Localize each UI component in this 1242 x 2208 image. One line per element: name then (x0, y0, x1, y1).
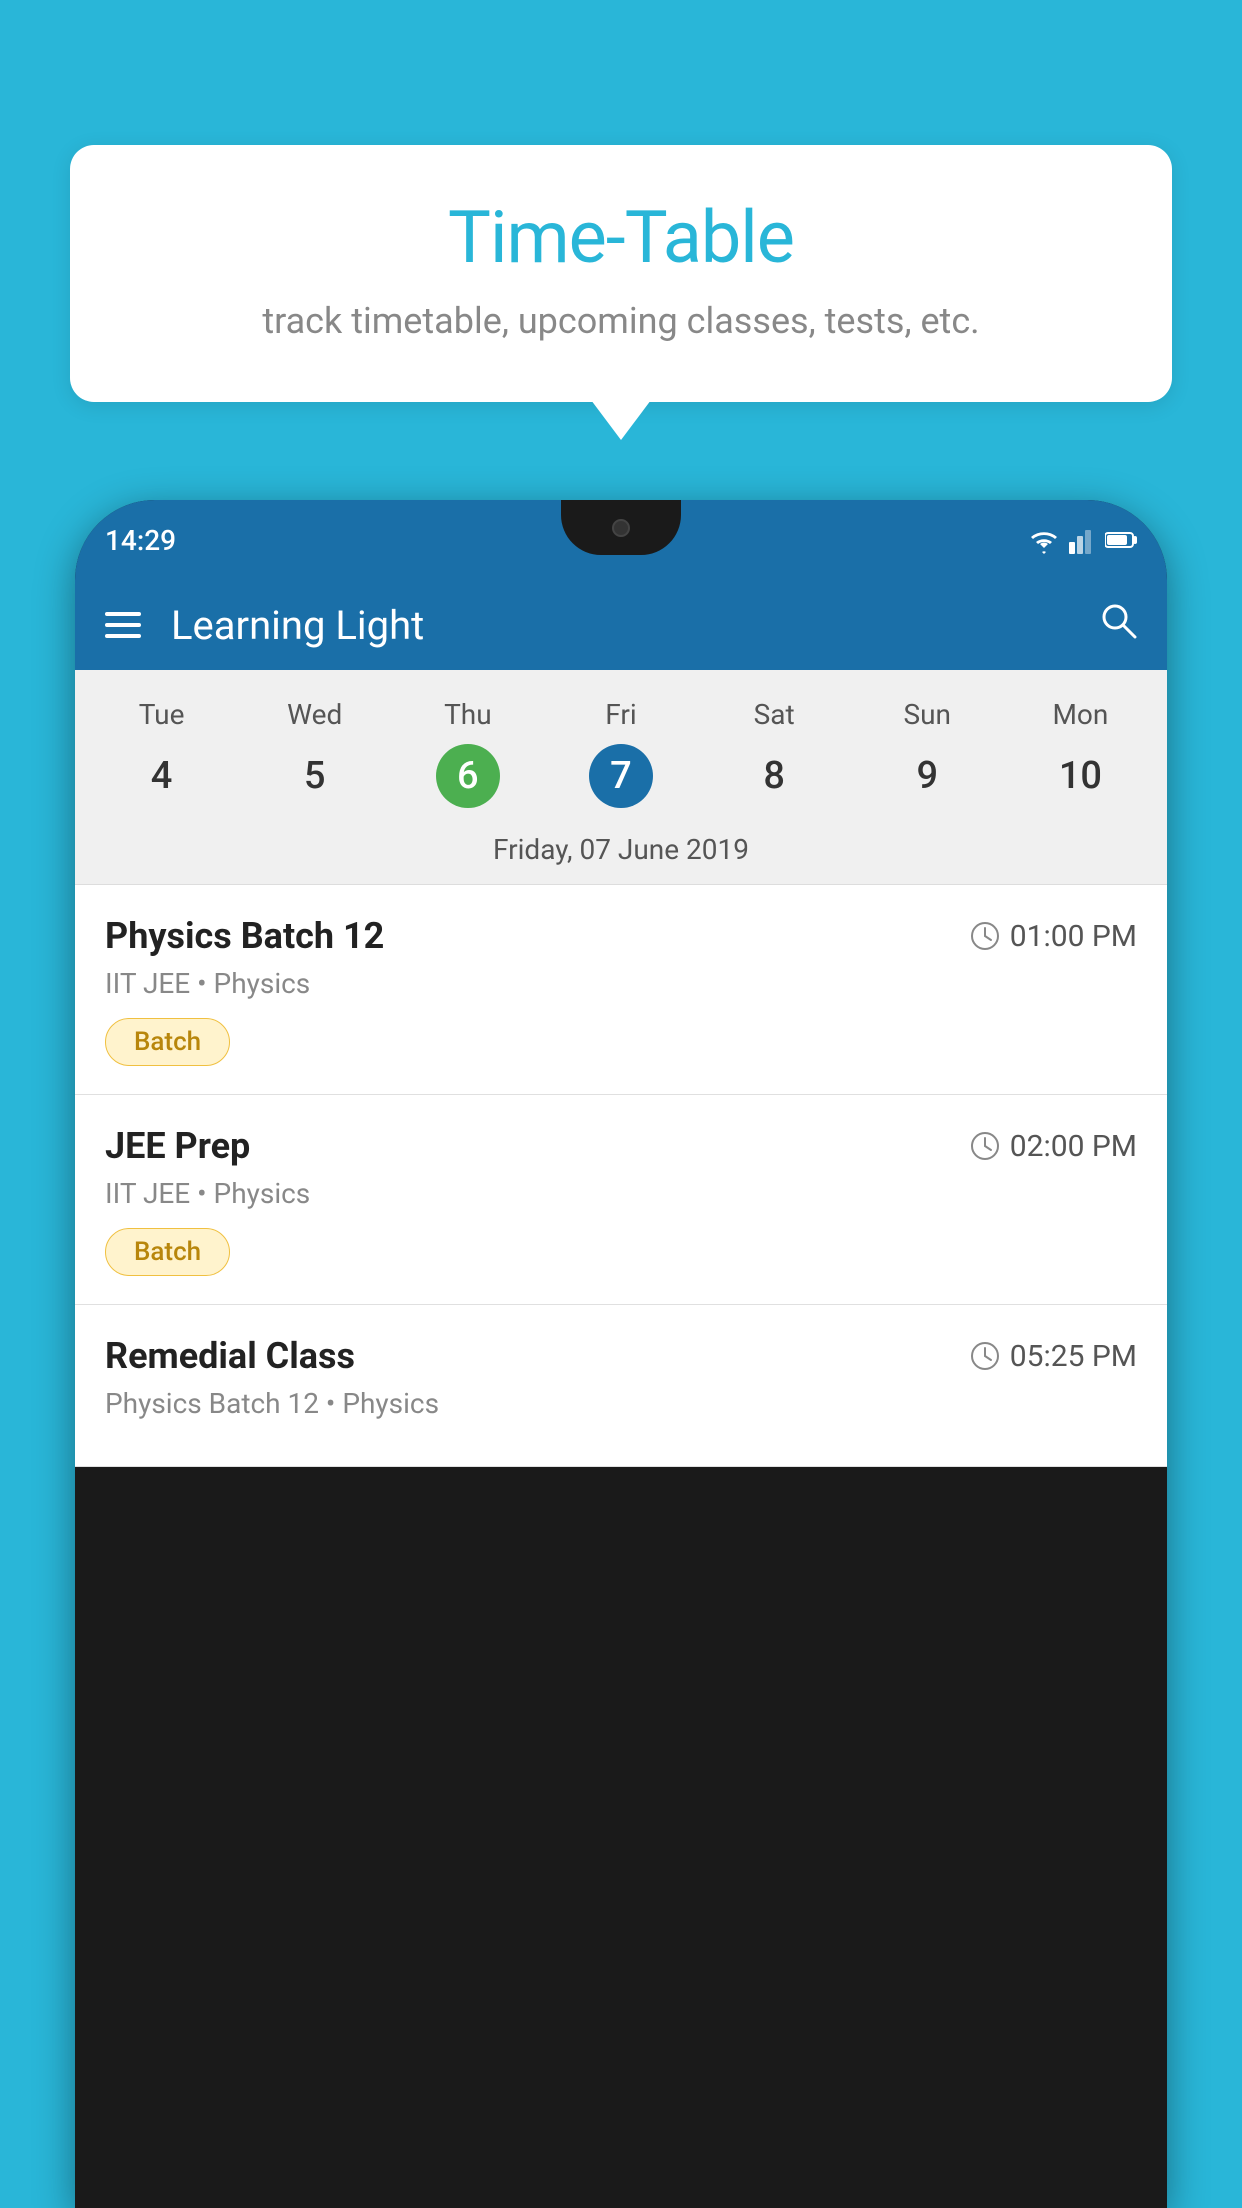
signal-icon (1069, 526, 1097, 554)
status-time: 14:29 (105, 524, 176, 557)
day-header-tue: Tue (85, 690, 238, 739)
selected-date-label: Friday, 07 June 2019 (75, 823, 1167, 885)
schedule-list: Physics Batch 12 01:00 PM IIT JEE • Phys… (75, 885, 1167, 1467)
clock-icon-3 (970, 1341, 1000, 1371)
schedule-item-1-header: Physics Batch 12 01:00 PM (105, 915, 1137, 957)
schedule-item-1-time: 01:00 PM (970, 919, 1137, 954)
day-header-thu: Thu (391, 690, 544, 739)
day-header-sun: Sun (851, 690, 1004, 739)
camera-dot (612, 519, 630, 537)
schedule-item-3-time: 05:25 PM (970, 1339, 1137, 1374)
schedule-item-2-title: JEE Prep (105, 1125, 250, 1167)
schedule-item-2-time: 02:00 PM (970, 1129, 1137, 1164)
schedule-item-3-meta: Physics Batch 12 • Physics (105, 1387, 1137, 1420)
batch-tag-1: Batch (105, 1018, 230, 1066)
phone-frame: 14:29 (75, 500, 1167, 2208)
battery-icon (1105, 531, 1137, 549)
day-9[interactable]: 9 (851, 744, 1004, 808)
status-bar: 14:29 (75, 500, 1167, 580)
schedule-item-2-meta: IIT JEE • Physics (105, 1177, 1137, 1210)
schedule-item-3-header: Remedial Class 05:25 PM (105, 1335, 1137, 1377)
schedule-item-2-header: JEE Prep 02:00 PM (105, 1125, 1137, 1167)
schedule-item-1[interactable]: Physics Batch 12 01:00 PM IIT JEE • Phys… (75, 885, 1167, 1095)
status-icons (1027, 526, 1137, 554)
tooltip-subtitle: track timetable, upcoming classes, tests… (130, 300, 1112, 342)
day-header-wed: Wed (238, 690, 391, 739)
hamburger-menu-icon[interactable] (105, 612, 141, 638)
tooltip-title: Time-Table (130, 195, 1112, 280)
calendar-strip: Tue Wed Thu Fri Sat Sun Mon 4 5 6 7 8 9 … (75, 670, 1167, 885)
clock-icon-2 (970, 1131, 1000, 1161)
day-5[interactable]: 5 (238, 744, 391, 808)
day-8[interactable]: 8 (698, 744, 851, 808)
day-numbers: 4 5 6 7 8 9 10 (75, 739, 1167, 823)
schedule-item-3-title: Remedial Class (105, 1335, 355, 1377)
day-7-selected[interactable]: 7 (589, 744, 653, 808)
day-headers: Tue Wed Thu Fri Sat Sun Mon (75, 690, 1167, 739)
app-title: Learning Light (171, 602, 1069, 649)
day-header-fri: Fri (544, 690, 697, 739)
day-10[interactable]: 10 (1004, 744, 1157, 808)
schedule-item-1-meta: IIT JEE • Physics (105, 967, 1137, 1000)
phone-screen: Tue Wed Thu Fri Sat Sun Mon 4 5 6 7 8 9 … (75, 670, 1167, 1467)
phone-notch (561, 500, 681, 555)
day-6-today[interactable]: 6 (436, 744, 500, 808)
schedule-item-1-title: Physics Batch 12 (105, 915, 384, 957)
app-header: Learning Light (75, 580, 1167, 670)
tooltip-card: Time-Table track timetable, upcoming cla… (70, 145, 1172, 402)
clock-icon-1 (970, 921, 1000, 951)
wifi-icon (1027, 526, 1061, 554)
day-header-mon: Mon (1004, 690, 1157, 739)
day-4[interactable]: 4 (85, 744, 238, 808)
day-header-sat: Sat (698, 690, 851, 739)
schedule-item-3[interactable]: Remedial Class 05:25 PM Physics Batch 12… (75, 1305, 1167, 1467)
batch-tag-2: Batch (105, 1228, 230, 1276)
search-button[interactable] (1099, 601, 1137, 649)
schedule-item-2[interactable]: JEE Prep 02:00 PM IIT JEE • Physics Batc… (75, 1095, 1167, 1305)
